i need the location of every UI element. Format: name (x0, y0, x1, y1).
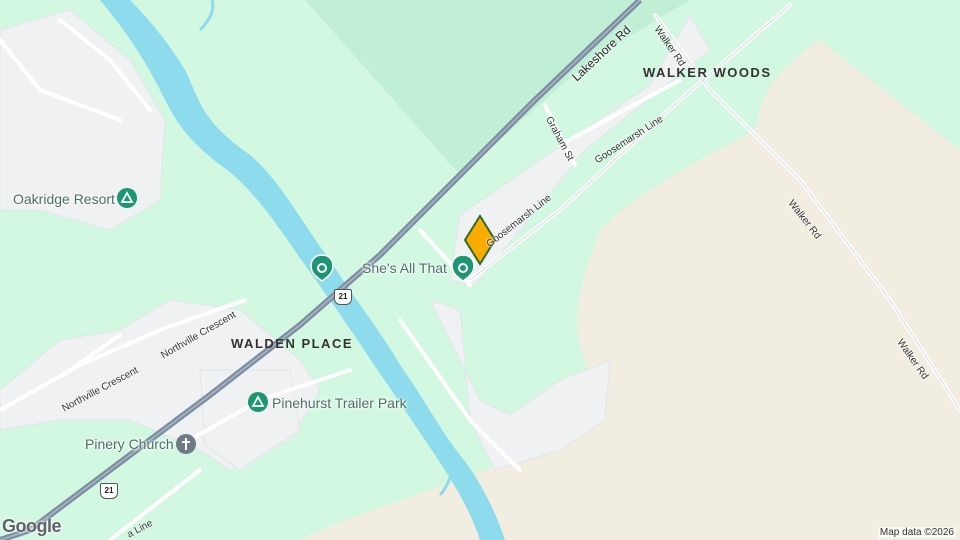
church-icon[interactable] (176, 434, 196, 454)
map-canvas[interactable] (0, 0, 960, 540)
area-label-walker-woods: WALKER WOODS (643, 65, 772, 80)
campground-icon[interactable] (248, 392, 268, 412)
poi-label-pinehurst-trailer-park[interactable]: Pinehurst Trailer Park (272, 395, 407, 411)
campground-icon[interactable] (117, 188, 137, 208)
poi-label-shes-all-that[interactable]: She's All That (362, 260, 447, 276)
map-attribution[interactable]: Map data ©2026 (877, 527, 956, 538)
google-logo: Google (2, 516, 62, 536)
poi-label-pinery-church[interactable]: Pinery Church (85, 436, 174, 452)
poi-label-oakridge-resort[interactable]: Oakridge Resort (13, 191, 115, 207)
area-label-walden-place: WALDEN PLACE (231, 336, 353, 351)
highway-shield-icon: 21 (100, 483, 118, 499)
highway-shield-icon: 21 (334, 289, 352, 305)
